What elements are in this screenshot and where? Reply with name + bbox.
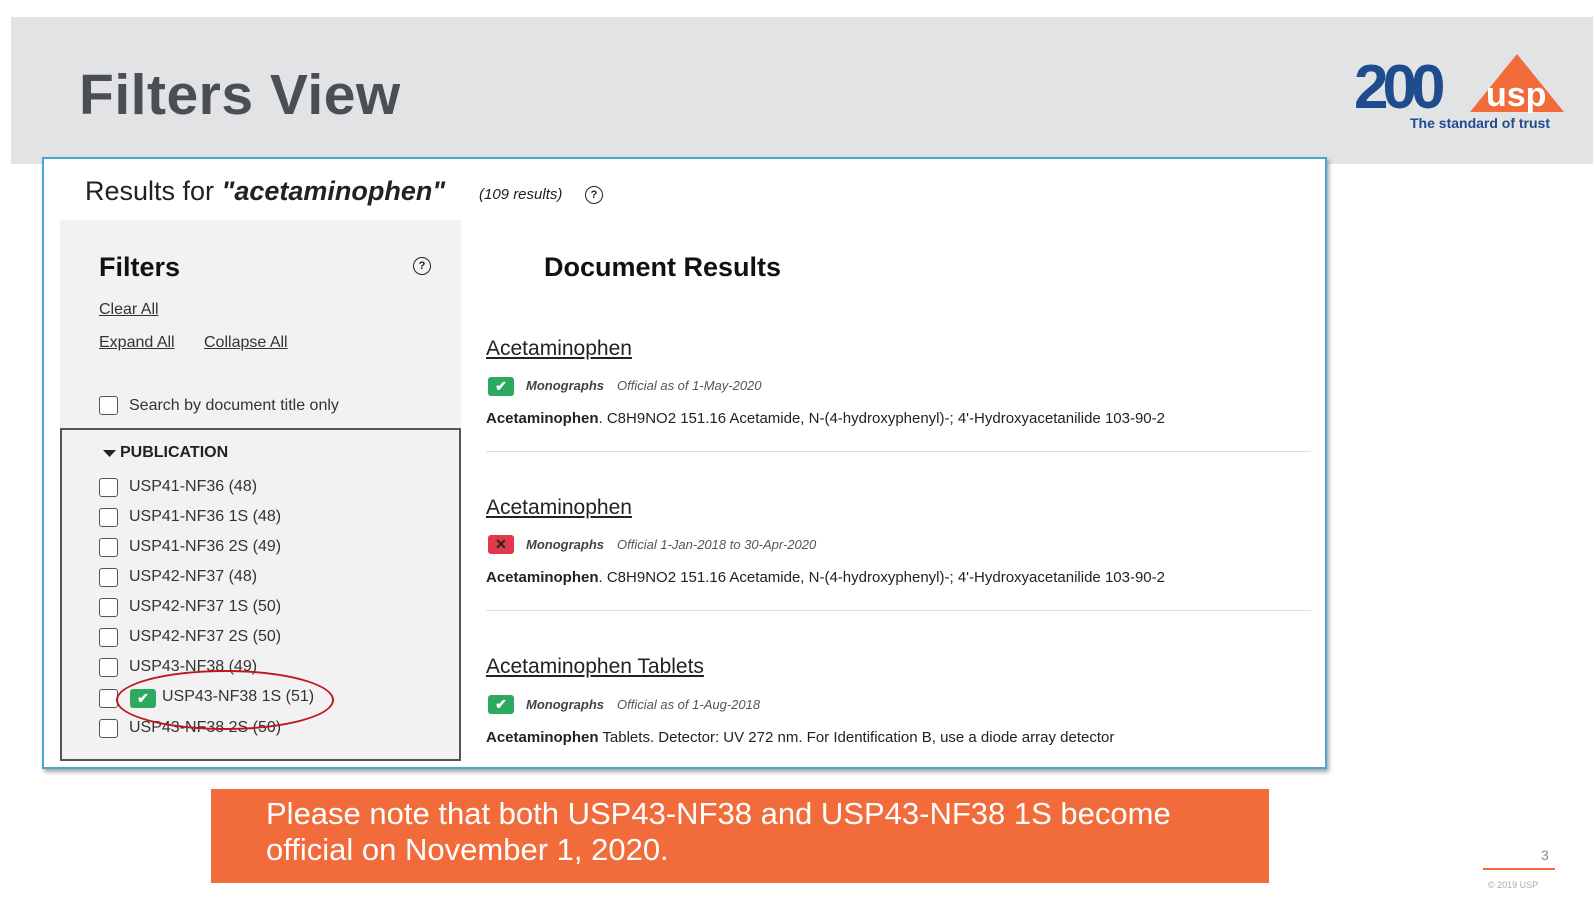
publication-option-label: USP41-NF36 2S (49) <box>129 538 282 555</box>
caret-down-icon[interactable] <box>103 449 116 458</box>
results-heading: Results for "acetaminophen" <box>85 176 445 207</box>
copyright: © 2019 USP <box>1488 880 1539 890</box>
title-only-checkbox[interactable] <box>99 396 118 415</box>
snippet-keyword: Acetaminophen <box>486 569 599 586</box>
result-title-link[interactable]: Acetaminophen Tablets <box>486 655 704 679</box>
collapse-all-link[interactable]: Collapse All <box>204 334 288 352</box>
official-check-icon: ✔ <box>488 377 514 396</box>
results-prefix: Results for <box>85 176 222 206</box>
filters-help-icon[interactable]: ? <box>413 257 431 275</box>
result-type: Monographs <box>526 378 604 393</box>
publication-checkbox[interactable] <box>99 508 118 527</box>
result-snippet: Acetaminophen Tablets. Detector: UV 272 … <box>486 729 1114 746</box>
publication-option-label: USP41-NF36 1S (48) <box>129 508 282 525</box>
result-status: Official as of 1-Aug-2018 <box>617 697 761 712</box>
publication-checkbox[interactable] <box>99 719 118 738</box>
highlight-ellipse <box>116 670 334 730</box>
snippet-text: . C8H9NO2 151.16 Acetamide, N-(4-hydroxy… <box>598 410 1165 427</box>
result-snippet: Acetaminophen. C8H9NO2 151.16 Acetamide,… <box>486 569 1165 586</box>
expand-all-link[interactable]: Expand All <box>99 334 175 352</box>
logo-brand: usp <box>1486 76 1546 114</box>
publication-checkbox[interactable] <box>99 628 118 647</box>
note-text: Please note that both USP43-NF38 and USP… <box>266 796 1171 867</box>
publication-checkbox[interactable] <box>99 478 118 497</box>
footer-rule <box>1483 868 1555 870</box>
publication-option-label: USP42-NF37 1S (50) <box>129 598 282 615</box>
logo-tagline: The standard of trust <box>1410 115 1551 131</box>
page-number: 3 <box>1541 847 1549 863</box>
publication-option-label: USP42-NF37 (48) <box>129 568 258 585</box>
snippet-text: . C8H9NO2 151.16 Acetamide, N-(4-hydroxy… <box>598 569 1165 586</box>
help-icon[interactable]: ? <box>585 186 603 204</box>
results-count: (109 results) <box>479 186 563 203</box>
logo-mark: 200 <box>1354 53 1443 122</box>
snippet-keyword: Acetaminophen <box>486 410 599 427</box>
publication-checkbox[interactable] <box>99 658 118 677</box>
result-title-link[interactable]: Acetaminophen <box>486 337 632 361</box>
result-title-link[interactable]: Acetaminophen <box>486 496 632 520</box>
result-status: Official as of 1-May-2020 <box>617 378 762 393</box>
document-results-title: Document Results <box>544 252 782 282</box>
slide-title: Filters View <box>79 63 401 127</box>
title-only-label: Search by document title only <box>129 397 339 414</box>
publication-checkbox[interactable] <box>99 538 118 557</box>
official-check-icon: ✔ <box>488 695 514 714</box>
snippet-keyword: Acetaminophen <box>486 729 599 746</box>
result-divider <box>486 610 1311 611</box>
clear-all-link[interactable]: Clear All <box>99 301 159 319</box>
publication-option-label: USP42-NF37 2S (50) <box>129 628 282 645</box>
publication-facet-title[interactable]: PUBLICATION <box>120 444 228 462</box>
result-status: Official 1-Jan-2018 to 30-Apr-2020 <box>617 537 817 552</box>
search-query: "acetaminophen" <box>221 176 446 206</box>
filters-title: Filters <box>99 252 181 282</box>
publication-checkbox[interactable] <box>99 568 118 587</box>
not-official-x-icon: ✕ <box>488 535 514 554</box>
result-type: Monographs <box>526 537 604 552</box>
publication-checkbox[interactable] <box>99 598 118 617</box>
snippet-text: Tablets. Detector: UV 272 nm. For Identi… <box>598 729 1115 746</box>
result-divider <box>486 451 1311 452</box>
result-type: Monographs <box>526 697 604 712</box>
publication-option-label: USP41-NF36 (48) <box>129 478 258 495</box>
result-snippet: Acetaminophen. C8H9NO2 151.16 Acetamide,… <box>486 410 1165 427</box>
